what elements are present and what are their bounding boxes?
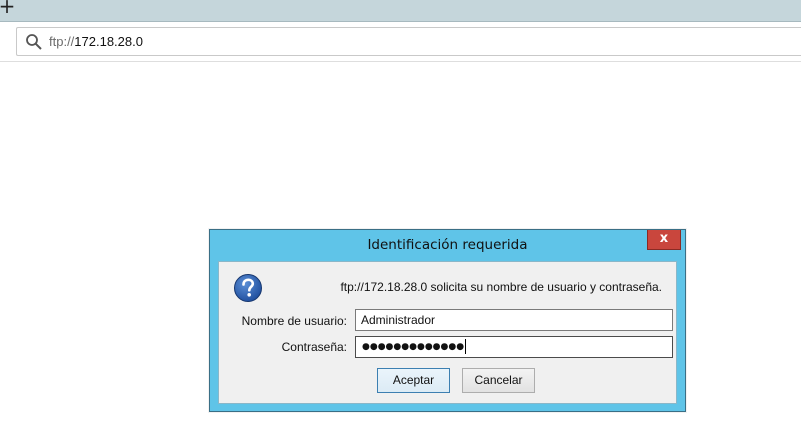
dialog-title: Identificación requerida — [367, 237, 528, 253]
password-mask: ●●●●●●●●●●●●● — [362, 337, 467, 357]
auth-dialog: Identificación requerida x ftp://172.18.… — [209, 229, 686, 412]
tab-strip: + — [0, 0, 801, 22]
address-bar[interactable]: ftp://172.18.28.0 — [16, 27, 801, 56]
browser-window: + ftp://172.18.28.0 Identificación reque… — [0, 0, 801, 432]
password-input[interactable]: ●●●●●●●●●●●●● — [355, 336, 673, 358]
cancel-button[interactable]: Cancelar — [462, 368, 535, 393]
question-icon — [233, 273, 263, 303]
username-input[interactable]: Administrador — [355, 309, 673, 331]
username-label: Nombre de usuario: — [241, 314, 347, 328]
navigation-bar: ftp://172.18.28.0 — [0, 22, 801, 62]
text-caret — [465, 339, 467, 354]
url-host: 172.18.28.0 — [74, 34, 143, 49]
close-button[interactable]: x — [647, 230, 681, 250]
prompt-message: ftp://172.18.28.0 solicita su nombre de … — [340, 280, 662, 294]
url-scheme: ftp:// — [49, 34, 75, 49]
search-icon — [25, 33, 43, 51]
dialog-body: ftp://172.18.28.0 solicita su nombre de … — [218, 261, 677, 404]
address-text: ftp://172.18.28.0 — [49, 34, 143, 49]
new-tab-button[interactable]: + — [0, 0, 16, 18]
password-label: Contraseña: — [281, 340, 347, 354]
accept-button[interactable]: Aceptar — [377, 368, 450, 393]
